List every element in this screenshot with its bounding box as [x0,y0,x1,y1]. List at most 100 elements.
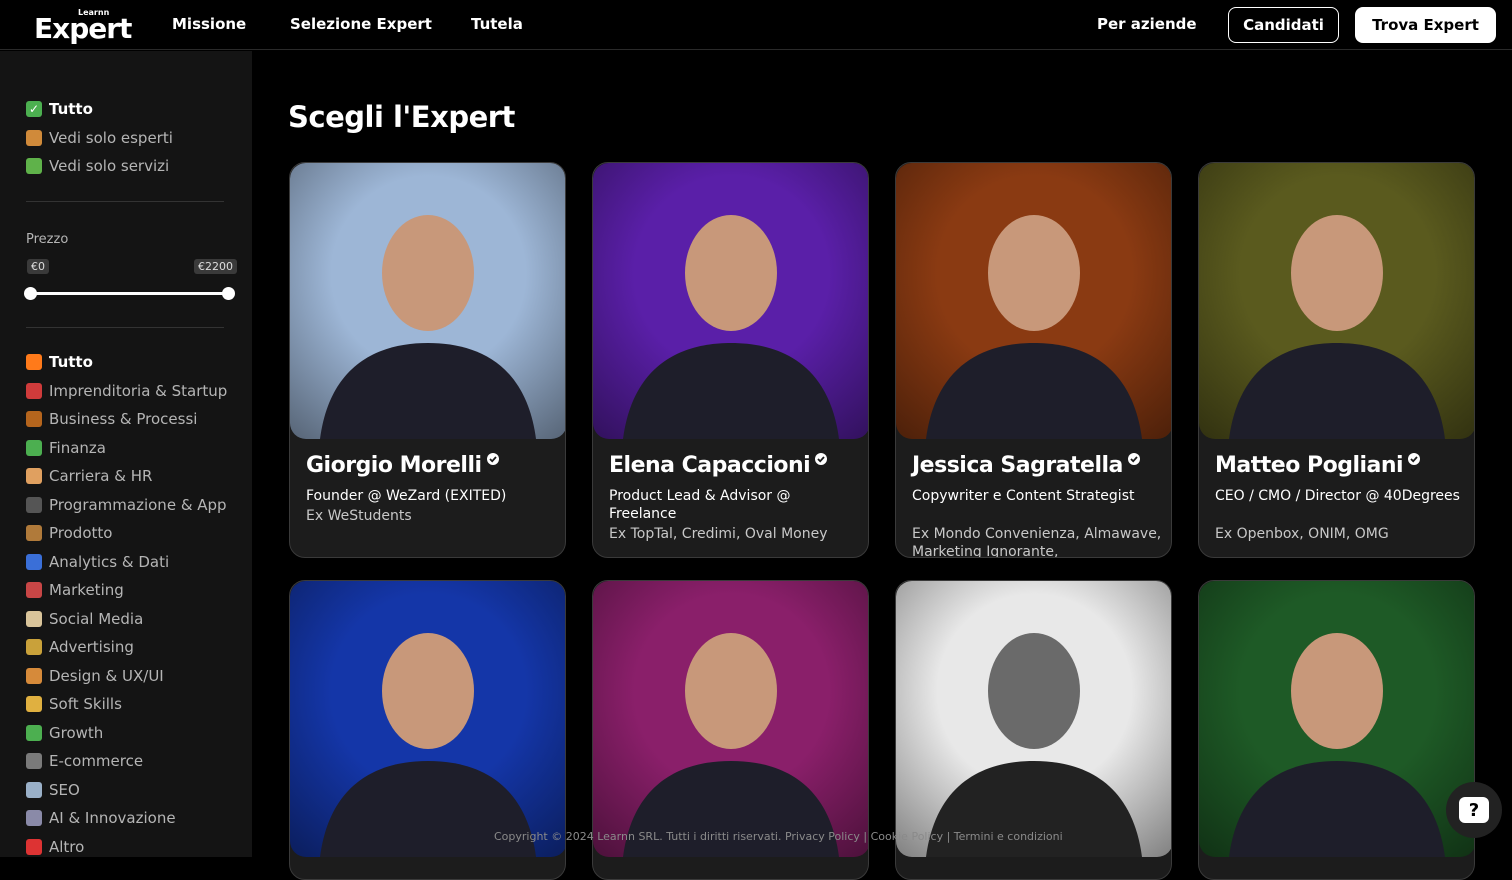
category-item[interactable]: AI & Innovazione [26,809,176,827]
find-expert-button[interactable]: Trova Expert [1355,7,1496,43]
category-item[interactable]: Tutto [26,353,93,371]
verified-badge-icon [1408,453,1421,465]
portrait-silhouette [1229,633,1445,857]
category-item[interactable]: Soft Skills [26,695,122,713]
price-min: €0 [27,259,49,274]
filter-label: Vedi solo servizi [49,157,170,175]
expert-card[interactable]: Jessica Sagratella Copywriter e Content S… [895,162,1172,558]
category-label: Business & Processi [49,410,198,428]
palette-icon [26,667,42,684]
filter-experts-only[interactable]: Vedi solo esperti [26,129,173,147]
top-navbar: Learnn Expert Missione Selezione Expert … [0,0,1512,50]
verified-badge-icon [1127,453,1140,465]
expert-name-text: Jessica Sagratella [912,453,1123,478]
expert-card[interactable]: Giorgio Morelli Founder @ WeZard (EXITED)… [289,162,566,558]
apply-button[interactable]: Candidati [1228,7,1339,43]
expert-name: Matteo Pogliani [1215,453,1421,478]
category-item[interactable]: Growth [26,724,103,742]
nav-tutela[interactable]: Tutela [471,15,523,33]
portrait-silhouette [320,633,536,857]
expert-card[interactable]: Matteo Pogliani CEO / CMO / Director @ 40… [1198,162,1475,558]
expert-past-companies: Ex Openbox, ONIM, OMG [1215,526,1389,542]
expert-name: Giorgio Morelli [306,453,500,478]
category-item[interactable]: Altro [26,838,84,856]
category-label: Design & UX/UI [49,666,164,685]
category-item[interactable]: Marketing [26,581,124,599]
magnifier-icon [26,781,42,798]
price-max: €2200 [194,259,237,274]
category-item[interactable]: Social Media [26,610,143,628]
price-slider-track[interactable] [30,292,228,295]
portrait-silhouette [926,215,1142,439]
page-title: Scegli l'Expert [288,100,515,134]
category-item[interactable]: Analytics & Dati [26,553,169,571]
expert-past-companies: Ex Mondo Convenienza, Almawave, Marketin… [912,526,1162,558]
category-label: Analytics & Dati [49,552,170,571]
expert-photo [1199,581,1474,857]
price-slider-min-handle[interactable] [24,287,37,300]
expert-role: Founder @ WeZard (EXITED) [306,488,507,504]
nav-per-aziende[interactable]: Per aziende [1097,15,1197,33]
category-label: Soft Skills [49,695,122,713]
check-icon: ✓ [26,101,42,117]
verified-badge-icon [815,453,828,465]
expert-past-companies: Ex TopTal, Credimi, Oval Money [609,526,828,542]
laptop-icon [26,496,42,513]
category-item[interactable]: Advertising [26,638,134,656]
category-label: Social Media [49,609,144,628]
expert-card[interactable] [1198,580,1475,880]
bar-chart-icon [26,553,42,570]
building-icon [26,411,42,427]
person-icon [26,130,42,146]
filter-services-only[interactable]: Vedi solo servizi [26,157,169,175]
category-item[interactable]: Imprenditoria & Startup [26,382,227,400]
expert-card[interactable]: Elena Capaccioni Product Lead & Advisor @… [592,162,869,558]
expert-photo [593,581,868,857]
expert-name: Jessica Sagratella [912,453,1141,478]
expert-role: Product Lead & Advisor @ Freelance [609,488,791,522]
category-label: E-commerce [49,752,144,770]
question-icon: ? [1459,797,1489,823]
category-item[interactable]: Business & Processi [26,410,197,428]
category-item[interactable]: E-commerce [26,752,143,770]
expert-photo [896,163,1171,439]
expert-name-text: Matteo Pogliani [1215,453,1404,478]
category-item[interactable]: Carriera & HR [26,467,152,485]
nav-selezione-expert[interactable]: Selezione Expert [290,15,432,33]
person-icon [26,468,42,484]
expert-name-text: Elena Capaccioni [609,453,811,478]
fire-icon [26,354,42,370]
portrait-silhouette [926,633,1142,857]
category-item[interactable]: Design & UX/UI [26,667,164,685]
expert-photo [896,581,1171,857]
category-label: Altro [49,837,85,856]
question-icon [26,838,42,855]
expert-photo [290,581,565,857]
expert-name: Elena Capaccioni [609,453,828,478]
category-label: Marketing [49,581,124,599]
logo-text: Expert [34,12,132,45]
category-label: AI & Innovazione [49,809,176,827]
category-item[interactable]: Programmazione & App [26,496,227,514]
portrait-silhouette [1229,215,1445,439]
category-label: Carriera & HR [49,467,153,485]
portrait-silhouette [320,215,536,439]
money-bag-icon [26,639,42,655]
category-item[interactable]: Finanza [26,439,106,457]
price-slider-max-handle[interactable] [222,287,235,300]
cart-icon [26,753,42,769]
expert-role: CEO / CMO / Director @ 40Degrees [1215,488,1460,504]
popcorn-icon [26,610,42,627]
divider [26,201,224,202]
category-item[interactable]: SEO [26,781,80,799]
filter-all[interactable]: ✓ Tutto [26,100,93,118]
category-label: SEO [49,780,80,799]
divider [26,327,224,328]
logo[interactable]: Learnn Expert [34,8,134,45]
help-button[interactable]: ? [1446,782,1502,838]
category-label: Tutto [49,353,93,371]
filter-label: Tutto [49,100,93,118]
category-label: Programmazione & App [49,495,227,514]
nav-missione[interactable]: Missione [172,15,246,33]
category-item[interactable]: Prodotto [26,524,112,542]
